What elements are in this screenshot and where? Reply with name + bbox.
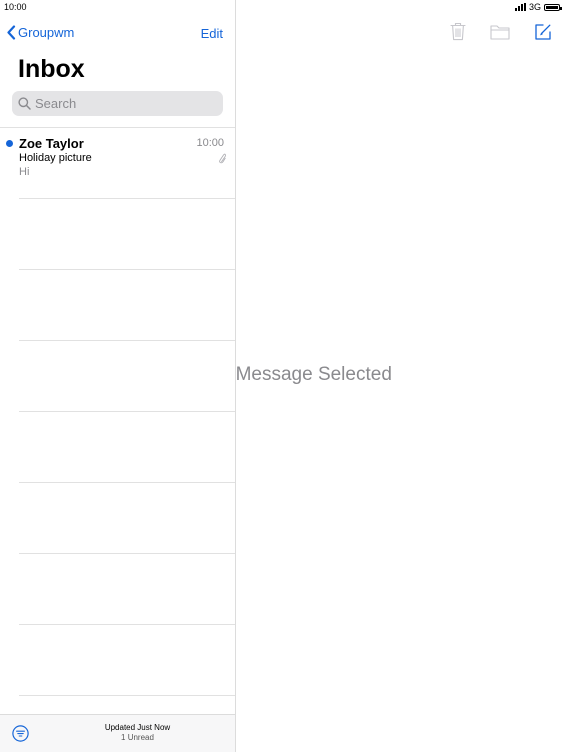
empty-row	[0, 270, 235, 341]
trash-icon[interactable]	[450, 22, 466, 41]
status-bar: 10:00 3G	[0, 0, 564, 14]
message-subject: Holiday picture	[19, 152, 92, 164]
empty-row	[0, 483, 235, 554]
detail-toolbar	[450, 22, 552, 41]
folder-icon[interactable]	[490, 24, 510, 40]
unread-indicator	[6, 140, 13, 147]
mailbox-sidebar: Groupwm Edit Inbox Zoe Taylor 10:00 Holi…	[0, 0, 236, 752]
unread-count: 1 Unread	[121, 733, 154, 742]
search-icon	[18, 97, 31, 110]
signal-icon	[514, 3, 526, 11]
update-status: Updated Just Now	[104, 723, 171, 732]
no-selection-message: No Message Selected	[236, 364, 392, 386]
empty-row	[0, 341, 235, 412]
empty-row	[0, 554, 235, 625]
edit-button[interactable]: Edit	[201, 26, 223, 41]
message-sender: Zoe Taylor	[19, 136, 84, 151]
search-input[interactable]	[35, 96, 215, 111]
back-label: Groupwm	[18, 25, 75, 40]
empty-row	[0, 199, 235, 270]
chevron-left-icon	[7, 25, 16, 40]
network-type: 3G	[528, 2, 541, 12]
no-selection-text: No Message Selected	[236, 364, 392, 385]
status-indicators: 3G	[514, 2, 562, 12]
row-divider	[19, 695, 235, 696]
filter-icon[interactable]	[12, 725, 29, 742]
empty-row	[0, 412, 235, 483]
page-title: Inbox	[18, 55, 85, 83]
search-bar[interactable]	[12, 91, 223, 116]
empty-row	[0, 625, 235, 696]
battery-icon	[544, 3, 562, 11]
message-list: Zoe Taylor 10:00 Holiday picture Hi	[0, 127, 235, 696]
status-time: 10:00	[4, 2, 27, 12]
bottom-toolbar: Updated Just Now 1 Unread	[0, 714, 235, 752]
paperclip-icon	[219, 153, 226, 164]
message-preview: Hi	[19, 166, 30, 178]
message-row[interactable]: Zoe Taylor 10:00 Holiday picture Hi	[0, 128, 235, 199]
back-button[interactable]: Groupwm	[6, 25, 74, 40]
compose-icon[interactable]	[534, 23, 552, 41]
message-time: 10:00	[196, 137, 224, 149]
